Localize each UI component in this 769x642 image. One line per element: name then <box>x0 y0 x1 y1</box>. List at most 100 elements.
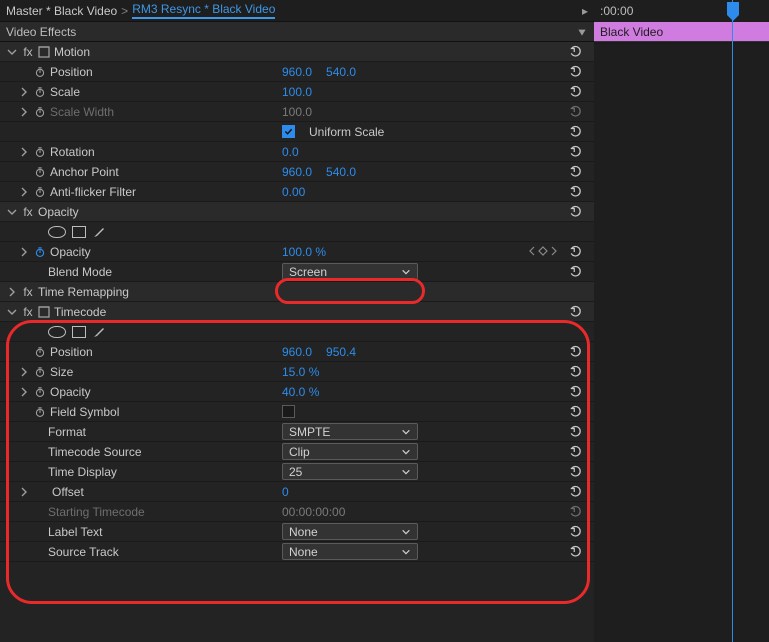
fx-toggle[interactable]: fx <box>22 205 34 219</box>
value-x[interactable]: 960.0 <box>282 165 312 179</box>
add-key-icon[interactable] <box>538 245 548 259</box>
timeline-clip[interactable]: Black Video <box>594 22 769 42</box>
reset-icon[interactable] <box>569 305 583 319</box>
value[interactable]: 100.0 <box>282 85 312 99</box>
pen-mask-icon[interactable] <box>92 225 106 239</box>
time-display-dropdown[interactable]: 25 <box>282 463 418 480</box>
prop-label: Opacity <box>50 385 91 399</box>
reset-icon[interactable] <box>569 545 583 559</box>
next-key-icon[interactable] <box>550 245 558 259</box>
reset-icon[interactable] <box>569 125 583 139</box>
reset-icon[interactable] <box>569 525 583 539</box>
source-track-dropdown[interactable]: None <box>282 543 418 560</box>
reset-icon[interactable] <box>569 165 583 179</box>
stopwatch-icon[interactable] <box>34 405 46 419</box>
reset-icon[interactable] <box>569 65 583 79</box>
chevron-down-icon[interactable] <box>6 46 18 58</box>
crumb-clip[interactable]: RM3 Resync * Black Video <box>132 2 275 19</box>
reset-icon[interactable] <box>569 205 583 219</box>
stopwatch-icon <box>34 105 46 119</box>
playhead-icon[interactable] <box>727 2 739 15</box>
value[interactable]: 0 <box>282 485 289 499</box>
stopwatch-icon[interactable] <box>34 365 46 379</box>
stopwatch-icon[interactable] <box>34 185 46 199</box>
chevron-right-icon[interactable] <box>18 386 30 398</box>
stopwatch-icon[interactable] <box>34 245 46 259</box>
rect-mask-icon[interactable] <box>72 326 86 338</box>
keyframe-timeline[interactable]: :00:00 Black Video <box>594 0 769 642</box>
reset-icon[interactable] <box>569 185 583 199</box>
reset-icon[interactable] <box>569 45 583 59</box>
ellipse-mask-icon[interactable] <box>48 226 66 238</box>
label-text-dropdown[interactable]: None <box>282 523 418 540</box>
chevron-right-icon[interactable] <box>18 86 30 98</box>
stopwatch-icon[interactable] <box>34 65 46 79</box>
reset-icon[interactable] <box>569 245 583 259</box>
reset-icon[interactable] <box>569 445 583 459</box>
value[interactable]: 100.0 % <box>282 245 326 259</box>
timeline-ruler[interactable]: :00:00 <box>594 0 769 22</box>
chevron-down-icon[interactable] <box>6 306 18 318</box>
format-dropdown[interactable]: SMPTE <box>282 423 418 440</box>
value[interactable]: 40.0 % <box>282 385 319 399</box>
chevron-right-icon[interactable] <box>18 246 30 258</box>
reset-icon[interactable] <box>569 85 583 99</box>
tc-source-dropdown[interactable]: Clip <box>282 443 418 460</box>
stopwatch-icon[interactable] <box>34 345 46 359</box>
transform-box-icon[interactable] <box>38 46 50 58</box>
dropdown-value: SMPTE <box>289 425 330 439</box>
reset-icon[interactable] <box>569 465 583 479</box>
timeline-body[interactable] <box>594 44 769 642</box>
ellipse-mask-icon[interactable] <box>48 326 66 338</box>
uniform-scale-checkbox[interactable] <box>282 125 295 138</box>
value-y[interactable]: 540.0 <box>326 65 356 79</box>
group-opacity[interactable]: fx Opacity <box>0 202 594 222</box>
reset-icon[interactable] <box>569 485 583 499</box>
chevron-right-icon[interactable] <box>18 486 30 498</box>
field-symbol-checkbox[interactable] <box>282 405 295 418</box>
chevron-right-icon[interactable] <box>18 146 30 158</box>
row-timecode-masks <box>0 322 594 342</box>
dropdown-value: 25 <box>289 465 302 479</box>
stopwatch-icon[interactable] <box>34 85 46 99</box>
chevron-right-icon[interactable] <box>18 186 30 198</box>
value[interactable]: 0.0 <box>282 145 299 159</box>
reset-icon[interactable] <box>569 265 583 279</box>
value-y[interactable]: 540.0 <box>326 165 356 179</box>
value-x[interactable]: 960.0 <box>282 345 312 359</box>
fx-toggle[interactable]: fx <box>22 45 34 59</box>
blend-mode-dropdown[interactable]: Screen <box>282 263 418 280</box>
panel-menu-icon[interactable] <box>576 26 588 38</box>
prop-label: Time Display <box>48 465 117 479</box>
reset-icon[interactable] <box>569 345 583 359</box>
prop-tc-offset: Offset 0 <box>0 482 594 502</box>
group-motion[interactable]: fx Motion <box>0 42 594 62</box>
reset-icon[interactable] <box>569 145 583 159</box>
value[interactable]: 0.00 <box>282 185 305 199</box>
value-x[interactable]: 960.0 <box>282 65 312 79</box>
fx-toggle[interactable]: fx <box>22 285 34 299</box>
value-y[interactable]: 950.4 <box>326 345 356 359</box>
stopwatch-icon[interactable] <box>34 385 46 399</box>
prop-motion-anchor: Anchor Point 960.0540.0 <box>0 162 594 182</box>
rect-mask-icon[interactable] <box>72 226 86 238</box>
stopwatch-icon[interactable] <box>34 145 46 159</box>
chevron-right-icon[interactable] <box>18 366 30 378</box>
stopwatch-icon[interactable] <box>34 165 46 179</box>
reset-icon[interactable] <box>569 365 583 379</box>
pen-mask-icon[interactable] <box>92 325 106 339</box>
reset-icon[interactable] <box>569 385 583 399</box>
playhead[interactable] <box>732 0 733 642</box>
group-timecode[interactable]: fx Timecode <box>0 302 594 322</box>
chevron-right-icon[interactable] <box>6 286 18 298</box>
crumb-master[interactable]: Master * Black Video <box>6 4 117 18</box>
fx-toggle[interactable]: fx <box>22 305 34 319</box>
transform-box-icon[interactable] <box>38 306 50 318</box>
play-only-icon[interactable]: ▸ <box>582 4 588 18</box>
group-time-remapping[interactable]: fx Time Remapping <box>0 282 594 302</box>
prev-key-icon[interactable] <box>528 245 536 259</box>
reset-icon[interactable] <box>569 405 583 419</box>
reset-icon[interactable] <box>569 425 583 439</box>
chevron-down-icon[interactable] <box>6 206 18 218</box>
value[interactable]: 15.0 % <box>282 365 319 379</box>
